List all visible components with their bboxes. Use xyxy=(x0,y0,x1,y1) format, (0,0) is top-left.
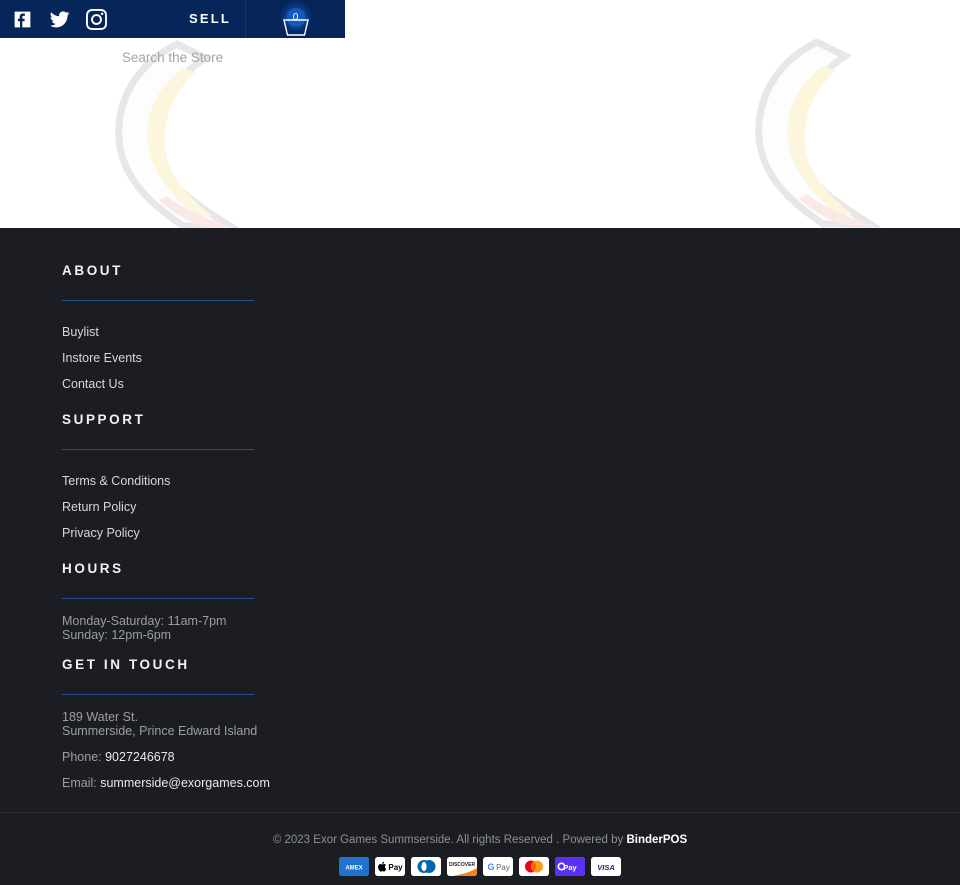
svg-text:AMEX: AMEX xyxy=(345,866,362,872)
header-social-links xyxy=(0,0,107,38)
twitter-icon[interactable] xyxy=(49,9,70,30)
visa-icon: VISA xyxy=(591,857,621,876)
apple-pay-icon: Pay xyxy=(375,857,405,876)
store-hours-text: Monday-Saturday: 11am-7pm Sunday: 12pm-6… xyxy=(62,614,227,642)
footer-divider xyxy=(62,300,254,301)
phone-value[interactable]: 9027246678 xyxy=(105,750,175,764)
footer-divider xyxy=(62,694,254,695)
address-line-1: 189 Water St. xyxy=(62,710,138,724)
instagram-icon[interactable] xyxy=(86,8,107,30)
payment-methods: AMEX Pay DISCOVER G Pay Pay VISA xyxy=(0,857,960,876)
footer-column-support: SUPPORT Terms & Conditions Return Policy… xyxy=(62,409,400,546)
footer-column-hours: HOURS Monday-Saturday: 11am-7pm Sunday: … xyxy=(62,558,400,642)
footer-divider xyxy=(62,598,254,599)
svg-text:VISA: VISA xyxy=(597,863,615,872)
footer-link-buylist[interactable]: Buylist xyxy=(62,319,400,345)
phone-row: Phone: 9027246678 xyxy=(62,750,400,764)
phone-label: Phone: xyxy=(62,750,102,764)
footer-link-terms-conditions[interactable]: Terms & Conditions xyxy=(62,468,400,494)
footer-link-return-policy[interactable]: Return Policy xyxy=(62,494,400,520)
footer-heading-hours: HOURS xyxy=(62,561,124,576)
footer-heading-support: SUPPORT xyxy=(62,412,146,427)
copyright-text: © 2023 Exor Games Summserside. All right… xyxy=(0,833,960,847)
email-label: Email: xyxy=(62,776,97,790)
store-address: 189 Water St. Summerside, Prince Edward … xyxy=(62,710,400,738)
footer-column-get-in-touch: GET IN TOUCH 189 Water St. Summerside, P… xyxy=(62,654,400,833)
footer-link-contact-us[interactable]: Contact Us xyxy=(62,371,400,397)
footer-heading-get-in-touch: GET IN TOUCH xyxy=(62,657,190,672)
footer-divider xyxy=(62,449,254,450)
footer-link-instore-events[interactable]: Instore Events xyxy=(62,345,400,371)
footer-bottom-bar: © 2023 Exor Games Summserside. All right… xyxy=(0,812,960,885)
email-row: Email: summerside@exorgames.com xyxy=(62,776,400,790)
svg-text:Pay: Pay xyxy=(388,863,403,872)
discover-icon: DISCOVER xyxy=(447,857,477,876)
footer-heading-about: ABOUT xyxy=(62,263,123,278)
search-container xyxy=(0,46,345,69)
address-line-2: Summerside, Prince Edward Island xyxy=(62,723,258,738)
footer-column-about: ABOUT Buylist Instore Events Contact Us xyxy=(62,260,400,397)
footer-link-privacy-policy[interactable]: Privacy Policy xyxy=(62,520,400,546)
facebook-icon[interactable] xyxy=(12,9,33,30)
svg-text:Pay: Pay xyxy=(563,863,577,872)
svg-text:DISCOVER: DISCOVER xyxy=(449,862,476,868)
search-input[interactable] xyxy=(0,46,345,69)
footer-content: ABOUT Buylist Instore Events Contact Us … xyxy=(0,228,400,833)
svg-text:Pay: Pay xyxy=(496,863,510,872)
binderpos-link[interactable]: BinderPOS xyxy=(626,834,687,846)
logo-watermark-right xyxy=(695,38,890,228)
copyright-label: © 2023 Exor Games Summserside. All right… xyxy=(272,834,627,846)
google-pay-icon: G Pay xyxy=(483,857,513,876)
diners-club-icon xyxy=(411,857,441,876)
header-bar: SELL 0 xyxy=(0,0,345,38)
cart-button[interactable]: 0 xyxy=(245,0,345,38)
shop-pay-icon: Pay xyxy=(555,857,585,876)
shopping-cart-icon xyxy=(281,16,311,38)
email-value[interactable]: summerside@exorgames.com xyxy=(100,776,270,790)
amex-icon: AMEX xyxy=(339,857,369,876)
svg-text:G: G xyxy=(487,862,494,872)
footer: ABOUT Buylist Instore Events Contact Us … xyxy=(0,228,960,833)
mastercard-icon xyxy=(519,857,549,876)
sell-button[interactable]: SELL xyxy=(189,0,245,38)
